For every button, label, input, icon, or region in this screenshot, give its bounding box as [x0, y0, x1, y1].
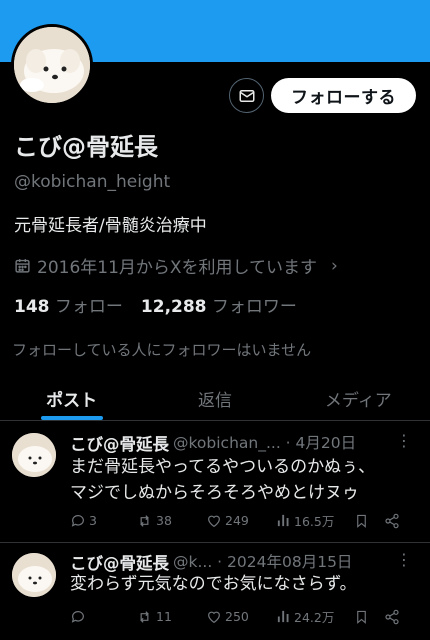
repost-button[interactable]: 38 [136, 513, 206, 529]
bookmark-icon [357, 610, 366, 624]
message-button[interactable] [229, 78, 264, 113]
share-button[interactable] [384, 609, 400, 625]
profile-bio: 元骨延長者/骨髄炎治療中 [14, 216, 207, 236]
views-chart-icon [277, 610, 289, 623]
views-button[interactable]: 24.2万 [276, 607, 354, 626]
chevron-right-icon: › [331, 255, 338, 276]
tweet[interactable]: こび@骨延長 @k... · 2024年08月15日 ⋮ 変わらず元気なのでお気… [0, 543, 430, 640]
tweet-avatar[interactable] [12, 433, 56, 477]
reply-button[interactable] [70, 609, 136, 625]
tweet-text: 変わらず元気なのでお気になさらず。 [70, 574, 357, 594]
follow-counts: 148 フォロー 12,288 フォロワー [14, 292, 297, 317]
following-link[interactable]: 148 フォロー [14, 292, 123, 317]
tweet-actions: 11 250 24.2万 [70, 607, 415, 626]
bookmark-button[interactable] [354, 609, 384, 625]
user-handle: @kobichan_height [14, 172, 171, 192]
views-button[interactable]: 16.5万 [276, 511, 354, 530]
repost-icon [140, 610, 149, 623]
tweet-author-name[interactable]: こび@骨延長 [70, 431, 169, 455]
calendar-icon [15, 259, 30, 273]
reply-icon [71, 610, 84, 623]
heart-icon [208, 611, 220, 623]
tweet-actions: 3 38 249 16.5万 [70, 511, 415, 530]
like-button[interactable]: 250 [206, 609, 276, 625]
tweet-avatar[interactable] [12, 553, 56, 597]
follow-button[interactable]: フォローする [271, 78, 416, 113]
bookmark-button[interactable] [354, 513, 384, 529]
share-button[interactable] [384, 513, 400, 529]
tweet-meta: @kobichan_... · 4月20日 [173, 434, 357, 452]
tab-posts[interactable]: ポスト [0, 377, 143, 420]
share-icon [385, 609, 399, 624]
share-icon [385, 513, 399, 528]
joined-text: 2016年11月からXを利用しています [37, 258, 318, 278]
repost-icon [140, 514, 149, 527]
bookmark-icon [357, 514, 366, 528]
tweet[interactable]: こび@骨延長 @kobichan_... · 4月20日 ⋮ まだ骨延長やってる… [0, 421, 430, 543]
tweet-text: まだ骨延長やってるやついるのかぬぅ、 マジでしぬからそろそろやめとけヌゥ [70, 457, 376, 503]
active-tab-indicator [40, 416, 103, 420]
heart-icon [208, 515, 220, 527]
repost-button[interactable]: 11 [136, 609, 206, 625]
reply-button[interactable]: 3 [70, 513, 136, 529]
display-name: こび@骨延長 [14, 133, 158, 161]
tab-media[interactable]: メディア [287, 377, 430, 420]
views-chart-icon [277, 514, 289, 527]
like-button[interactable]: 249 [206, 513, 276, 529]
more-options-icon[interactable]: ⋮ [396, 431, 412, 450]
joined-date[interactable]: 2016年11月からXを利用しています › [14, 253, 338, 278]
followed-by-text: フォローしている人にフォロワーはいません [12, 341, 312, 359]
envelope-icon [239, 89, 254, 102]
reply-icon [71, 514, 84, 527]
profile-tabs: ポスト 返信 メディア [0, 377, 430, 421]
profile-avatar[interactable] [11, 24, 93, 106]
followers-link[interactable]: 12,288 フォロワー [141, 292, 297, 317]
more-options-icon[interactable]: ⋮ [396, 550, 412, 569]
tab-replies[interactable]: 返信 [143, 377, 286, 420]
